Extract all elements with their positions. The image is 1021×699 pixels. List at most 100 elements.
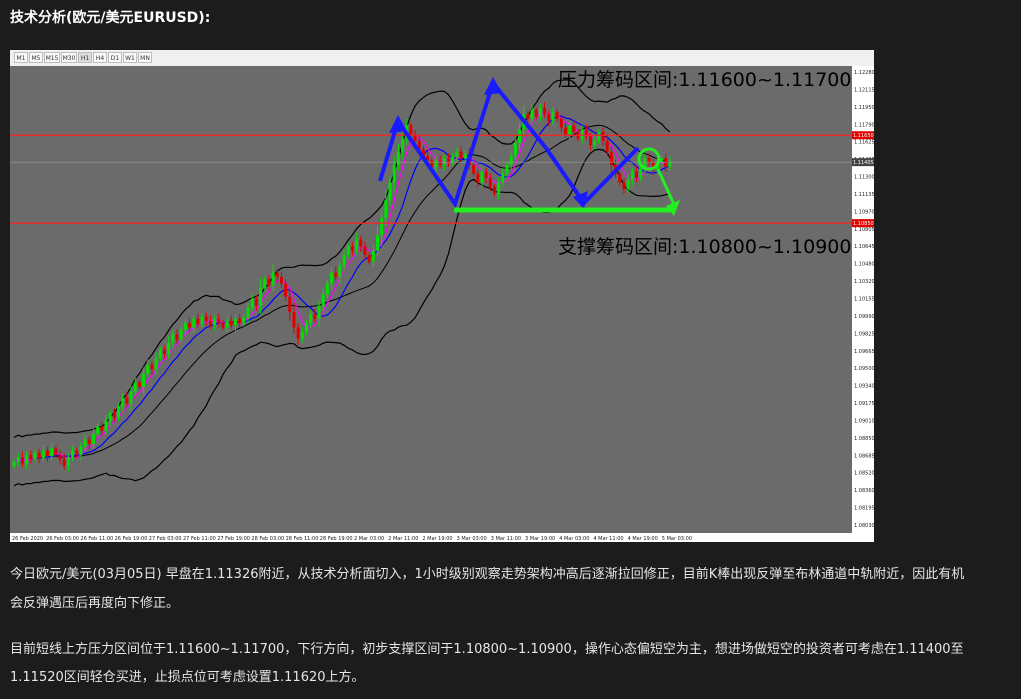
timeframe-m30-button[interactable]: M30 — [61, 52, 77, 63]
candle-body — [12, 461, 16, 466]
analysis-paragraph-2-line-1: 目前短线上方压力区间位于1.11600~1.11700，下行方向，初步支撑区间于… — [10, 642, 964, 657]
candle-body — [601, 131, 605, 141]
candle-body — [338, 265, 342, 277]
candle-body — [518, 129, 522, 143]
candle-body — [296, 327, 300, 339]
candle-body — [200, 316, 204, 325]
candle-body — [634, 171, 638, 179]
candle-body — [208, 320, 212, 326]
arrow-head — [389, 115, 407, 133]
analysis-paragraph-1-line-2: 会反弹遇压后再度向下修正。 — [10, 596, 180, 611]
candle-body — [543, 107, 547, 115]
candle-body — [254, 298, 258, 306]
candle-body — [267, 279, 271, 286]
candle-body — [183, 323, 187, 330]
candle-body — [66, 457, 70, 466]
candle-body — [217, 318, 221, 324]
price-tick-label: 1.11790 — [854, 122, 874, 128]
timeframe-h1-button[interactable]: H1 — [78, 52, 92, 63]
candle-body — [392, 164, 396, 183]
candle-body — [538, 107, 542, 117]
price-tick-label: 1.08030 — [854, 523, 874, 529]
candle-body — [505, 164, 509, 174]
candle-body — [133, 382, 137, 392]
candle-body — [213, 318, 217, 326]
candle-body — [551, 112, 555, 121]
time-tick-label: 4 Mar 11:00 — [593, 536, 623, 542]
arrow-head — [484, 77, 502, 95]
candle-body — [530, 109, 534, 119]
candle-body — [484, 171, 488, 179]
time-tick-label: 26 Feb 19:00 — [115, 536, 148, 542]
candle-body — [526, 114, 530, 119]
price-tick-label: 1.10805 — [854, 227, 874, 233]
candle-body — [58, 454, 62, 460]
candle-body — [275, 272, 279, 277]
candle-body — [589, 136, 593, 146]
timeframe-mn-button[interactable]: MN — [138, 52, 152, 63]
candle-body — [384, 200, 388, 218]
candle-body — [104, 420, 108, 431]
price-tag-label: 1.11405 — [853, 160, 874, 166]
price-chart: M1 M5 M15 M30 H1 H4 D1 W1 MN 压力筹码区间:1.11600~1.11… — [10, 50, 874, 542]
candle-body — [359, 239, 363, 247]
candle-body — [233, 318, 237, 326]
candle-body — [559, 118, 563, 128]
analysis-paragraph-1-line-1: 今日欧元/美元(03月05日) 早盘在1.11326附近，从技术分析面切入，1小… — [10, 567, 965, 582]
price-tick-label: 1.10320 — [854, 279, 874, 285]
time-axis: 26 Feb 2020 26 Feb 03:00 26 Feb 11:00 26 Fe… — [10, 533, 852, 542]
timeframe-m5-button[interactable]: M5 — [29, 52, 43, 63]
price-tick-label: 1.11300 — [854, 175, 874, 181]
candle-body — [309, 314, 313, 324]
price-tick-label: 1.10645 — [854, 244, 874, 250]
timeframe-w1-button[interactable]: W1 — [123, 52, 137, 63]
candle-body — [609, 151, 613, 165]
candle-body — [334, 272, 338, 277]
timeframe-m15-button[interactable]: M15 — [44, 52, 60, 63]
candle-body — [371, 250, 375, 262]
price-tick-label: 1.08850 — [854, 436, 874, 442]
candle-body — [162, 349, 166, 354]
candle-body — [158, 349, 162, 359]
timeframe-m1-button[interactable]: M1 — [14, 52, 28, 63]
time-tick-label: 27 Feb 03:00 — [149, 536, 182, 542]
candle-body — [16, 457, 20, 462]
price-tick-label: 1.09990 — [854, 314, 874, 320]
candle-body — [492, 186, 496, 194]
candle-body — [626, 180, 630, 190]
analysis-paragraph-2-line-2: 1.11520区间轻仓买进，止损点位可考虑设置1.11620上方。 — [10, 670, 365, 685]
candle-body — [547, 114, 551, 121]
bollinger-upper-band — [13, 79, 671, 438]
candle-body — [150, 364, 154, 370]
chart-plot-area: 压力筹码区间:1.11600~1.11700 支撑筹码区间:1.10800~1.1… — [10, 66, 852, 533]
time-tick-label: 4 Mar 03:00 — [559, 536, 589, 542]
candle-body — [137, 382, 141, 387]
candle-body — [225, 320, 229, 328]
candle-body — [605, 140, 609, 152]
price-tick-label: 1.09500 — [854, 366, 874, 372]
candle-body — [321, 294, 325, 306]
candle-body — [593, 140, 597, 146]
candle-body — [388, 182, 392, 201]
candle-body — [292, 312, 296, 328]
timeframe-h4-button[interactable]: H4 — [93, 52, 107, 63]
candle-body — [325, 283, 329, 295]
candle-body — [376, 235, 380, 251]
candle-body — [83, 439, 87, 447]
price-tick-label: 1.10970 — [854, 209, 874, 215]
candle-body — [459, 151, 463, 159]
candle-body — [572, 125, 576, 132]
candle-body — [451, 156, 455, 163]
candle-body — [317, 305, 321, 319]
candle-body — [330, 272, 334, 284]
candle-body — [87, 439, 91, 444]
candle-body — [100, 426, 104, 431]
candle-body — [350, 246, 354, 251]
candle-body — [246, 307, 250, 318]
candle-body — [534, 109, 538, 117]
candle-body — [192, 318, 196, 328]
candle-body — [434, 160, 438, 168]
timeframe-d1-button[interactable]: D1 — [108, 52, 122, 63]
candle-body — [171, 334, 175, 343]
price-tick-label: 1.09665 — [854, 349, 874, 355]
